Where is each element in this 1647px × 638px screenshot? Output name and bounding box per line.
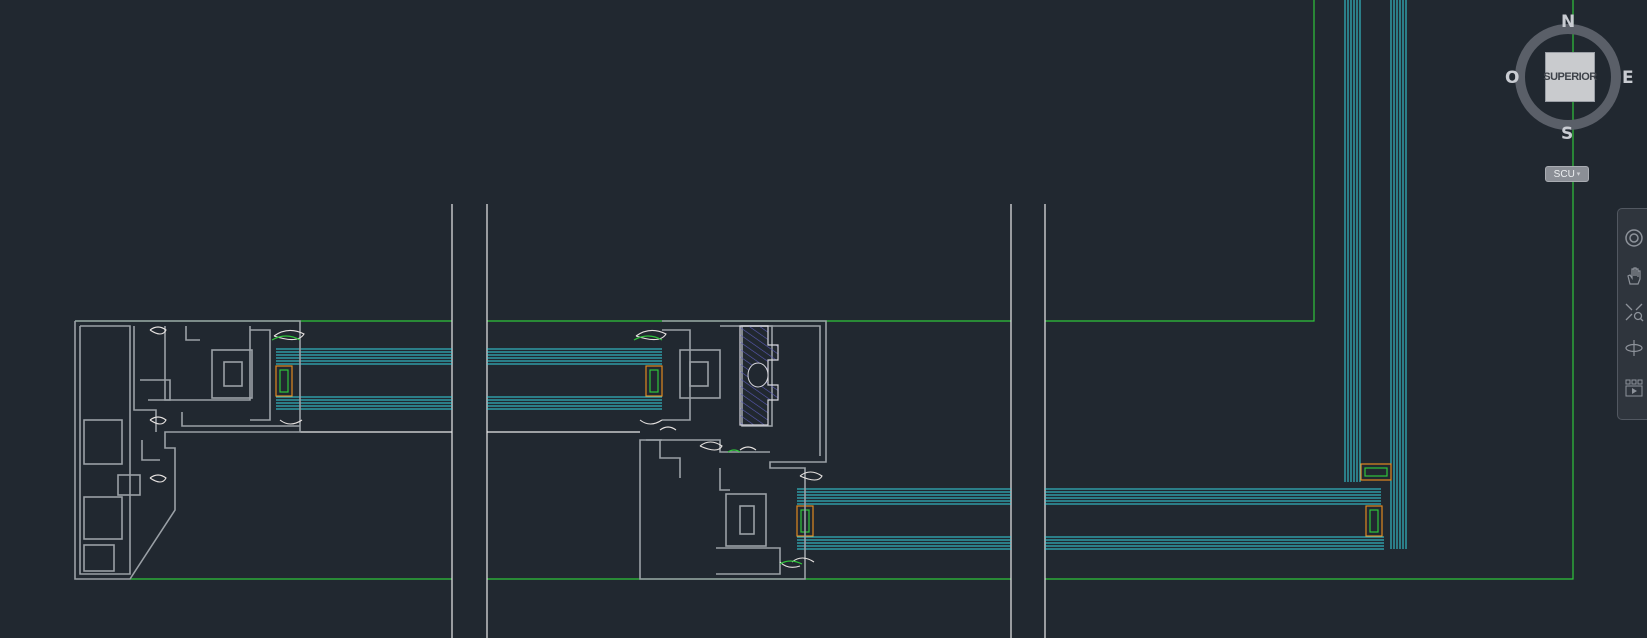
viewcube-face-label: SUPERIOR	[1543, 71, 1597, 83]
viewcube-face-top[interactable]: SUPERIOR	[1543, 52, 1597, 102]
steering-wheel-button[interactable]	[1623, 227, 1645, 249]
compass-south[interactable]: S	[1561, 124, 1573, 144]
pan-button[interactable]	[1623, 265, 1645, 287]
compass-east[interactable]: E	[1622, 68, 1634, 88]
viewcube[interactable]: N S O E SUPERIOR SCU ▾	[1505, 8, 1635, 182]
navigation-bar	[1617, 208, 1647, 420]
ucs-label: SCU	[1553, 168, 1575, 180]
pan-icon	[1627, 267, 1641, 285]
cad-model-space[interactable]	[0, 0, 1647, 638]
steering-wheel-icon	[1625, 229, 1643, 247]
zoom-extents-button[interactable]	[1623, 301, 1645, 323]
ucs-menu-button[interactable]: SCU ▾	[1545, 166, 1589, 182]
showmotion-icon	[1625, 379, 1643, 397]
showmotion-button[interactable]	[1623, 377, 1645, 399]
chevron-down-icon: ▾	[1576, 170, 1581, 178]
orbit-button[interactable]	[1623, 337, 1645, 359]
zoom-extents-icon	[1625, 303, 1644, 322]
orbit-icon	[1625, 340, 1643, 356]
compass-north[interactable]: N	[1561, 12, 1575, 32]
compass-west[interactable]: O	[1505, 68, 1519, 88]
